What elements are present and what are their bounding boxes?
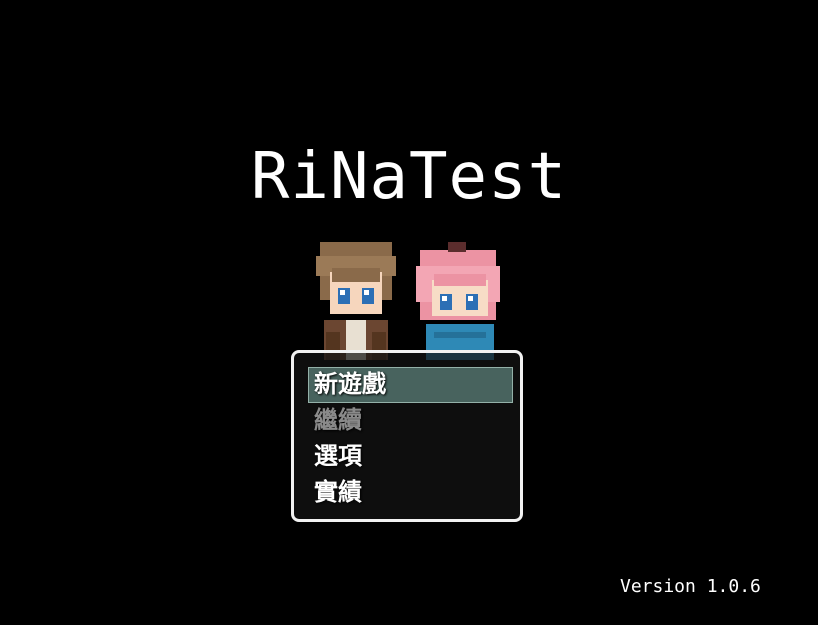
menu-item-achievements[interactable]: 實績 [314, 474, 362, 510]
girl-sprite [416, 242, 500, 360]
version-label: Version 1.0.6 [620, 576, 761, 597]
game-title: RiNaTest [250, 140, 568, 214]
title-menu: 新遊戲 繼續 選項 實績 [291, 350, 523, 522]
character-sprites [312, 236, 508, 360]
menu-item-options[interactable]: 選項 [314, 438, 362, 474]
menu-item-new-game[interactable]: 新遊戲 [314, 366, 386, 402]
boy-sprite [316, 242, 396, 360]
menu-item-continue[interactable]: 繼續 [314, 402, 362, 438]
